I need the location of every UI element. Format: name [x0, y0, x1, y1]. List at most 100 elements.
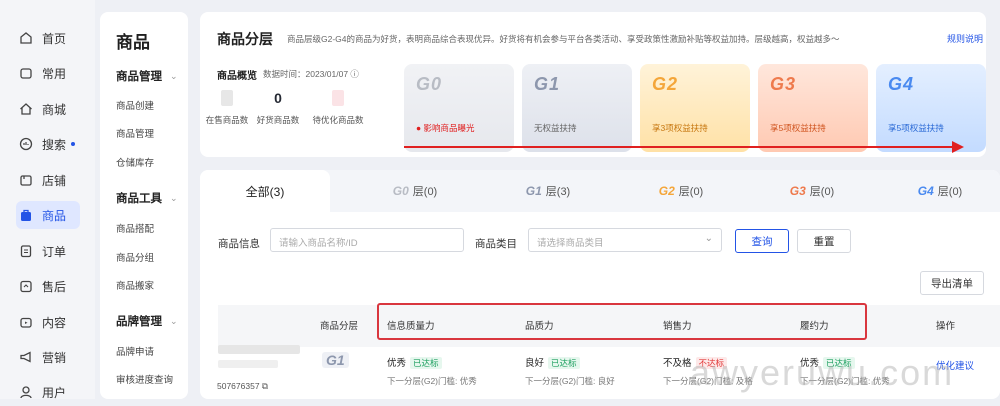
nav-label: 搜索: [42, 137, 67, 152]
grade-benefit: 享3项权益扶持: [652, 123, 708, 133]
th-tier: 商品分层: [320, 321, 359, 332]
user-icon: [18, 384, 34, 400]
grade-name: G2: [652, 74, 679, 94]
nav-item-marketing[interactable]: 营销: [18, 343, 90, 371]
annotation-arrow-head: [952, 141, 964, 153]
nav-label: 商品: [42, 208, 67, 223]
page-title: 商品分层: [217, 31, 273, 47]
nav-item-mall[interactable]: 商城: [18, 95, 90, 123]
subnav-item[interactable]: 商品搬家: [116, 278, 154, 292]
tab-grade: G1: [525, 184, 542, 198]
tab-g3[interactable]: G3 层(0): [747, 170, 877, 212]
row-grade: G1: [322, 352, 349, 368]
tab-all[interactable]: 全部(3): [200, 170, 330, 212]
stat-to-optimize: 待优化商品数: [308, 90, 368, 126]
grade-card-g1[interactable]: G1 无权益扶持: [522, 64, 632, 152]
subnav-item[interactable]: 商品管理: [116, 126, 154, 140]
goods-info-input[interactable]: 请输入商品名称/ID: [270, 228, 464, 252]
overview-time: 数据时间：2023/01/07 ⓘ: [263, 69, 359, 79]
tab-g0[interactable]: G0 层(0): [350, 170, 480, 212]
page-description: 商品层级G2-G4的商品为好货，表明商品综合表现优异。好货将有机会参与平台各类活…: [287, 34, 840, 44]
query-button[interactable]: 查询: [735, 229, 789, 253]
stat-good: 0 好货商品数: [248, 90, 308, 126]
product-id: 507676357 ⧉: [217, 381, 268, 392]
tab-label: 层(0): [678, 186, 704, 198]
grade-card-g3[interactable]: G3 享5项权益扶持: [758, 64, 868, 152]
nav-item-search[interactable]: 搜索: [18, 130, 90, 158]
folder-icon: [18, 65, 34, 81]
grade-name: G4: [888, 74, 915, 94]
subnav-item[interactable]: 商品分组: [116, 250, 154, 264]
subnav-group-goods-manage[interactable]: 商品管理 ⌄: [116, 68, 178, 84]
value-text: 良好: [525, 358, 545, 369]
nav-label: 营销: [42, 350, 67, 365]
blurred-product-name: [218, 345, 300, 354]
subnav-item[interactable]: 审核进度查询: [116, 372, 173, 386]
annotation-highlight-box: [377, 303, 867, 340]
order-icon: [18, 243, 34, 259]
tab-grade: G3: [789, 184, 806, 198]
nav-item-home[interactable]: 首页: [18, 24, 90, 52]
nav-item-goods[interactable]: 商品: [16, 201, 80, 229]
nav-label: 常用: [42, 66, 67, 81]
nav-item-order[interactable]: 订单: [18, 237, 90, 265]
blurred-value: [221, 90, 233, 106]
rules-link[interactable]: 规则说明: [947, 32, 983, 45]
grade-card-g2[interactable]: G2 享3项权益扶持: [640, 64, 750, 152]
th-action: 操作: [936, 321, 956, 332]
category-placeholder: 请选择商品类目: [537, 238, 604, 249]
secondary-nav: 商品 商品管理 ⌄ 商品创建 商品管理 仓储库存 商品工具 ⌄ 商品搭配 商品分组 …: [100, 12, 188, 399]
tab-g1[interactable]: G1 层(3): [483, 170, 613, 212]
subnav-item[interactable]: 仓储库存: [116, 155, 154, 169]
value-text: 优秀: [387, 358, 407, 369]
store-icon: [18, 172, 34, 188]
nav-item-content[interactable]: 内容: [18, 308, 90, 336]
subnav-item[interactable]: 商品创建: [116, 98, 154, 112]
stat-value: [308, 90, 368, 110]
nav-item-user[interactable]: 用户: [18, 378, 90, 406]
house-icon: [18, 101, 34, 117]
tab-label: 层(3): [545, 186, 571, 198]
copy-icon[interactable]: ⧉: [262, 381, 268, 391]
annotation-arrow: [404, 146, 954, 148]
info-quality-threshold: 下一分层(G2)门槛: 优秀: [387, 376, 477, 386]
filter-category-label: 商品类目: [475, 238, 517, 250]
nav-label: 内容: [42, 315, 67, 330]
tab-grade: G0: [392, 184, 409, 198]
nav-label: 订单: [42, 244, 67, 259]
tab-g2[interactable]: G2 层(0): [616, 170, 746, 212]
group-label: 商品工具: [116, 193, 162, 205]
overview-title: 商品概览: [217, 71, 257, 82]
chevron-down-icon: ⌄: [170, 315, 178, 326]
nav-label: 商城: [42, 102, 67, 117]
tier-overview-card: 商品分层 商品层级G2-G4的商品为好货，表明商品综合表现优异。好货将有机会参与…: [200, 12, 986, 157]
nav-label: 售后: [42, 279, 67, 294]
aftersale-icon: [18, 278, 34, 294]
nav-item-common[interactable]: 常用: [18, 59, 90, 87]
stat-label: 待优化商品数: [312, 115, 364, 125]
nav-item-store[interactable]: 店铺: [18, 166, 90, 194]
grade-name: G0: [416, 74, 443, 94]
subnav-item[interactable]: 品牌申请: [116, 344, 154, 358]
subnav-item[interactable]: 商品搭配: [116, 221, 154, 235]
grade-card-g4[interactable]: G4 享5项权益扶持: [876, 64, 986, 152]
subnav-group-goods-tools[interactable]: 商品工具 ⌄: [116, 190, 178, 206]
chevron-down-icon: ⌄: [170, 192, 178, 203]
nav-label: 首页: [42, 31, 67, 46]
category-select[interactable]: 请选择商品类目 ⌄: [528, 228, 722, 252]
grade-benefit: ● 影响商品曝光: [416, 123, 475, 133]
grade-name: G3: [770, 74, 797, 94]
nav-item-aftersale[interactable]: 售后: [18, 272, 90, 300]
tab-label: 层(0): [937, 186, 963, 198]
export-button[interactable]: 导出清单: [920, 271, 984, 295]
reset-button[interactable]: 重置: [797, 229, 851, 253]
tab-g4[interactable]: G4 层(0): [880, 170, 1000, 212]
quality-threshold: 下一分层(G2)门槛: 良好: [525, 376, 615, 386]
grade-card-g0[interactable]: G0 ● 影响商品曝光: [404, 64, 514, 152]
notification-dot: [71, 142, 76, 146]
chevron-down-icon: ⌄: [170, 70, 178, 81]
tab-label: 层(0): [412, 186, 438, 198]
subnav-group-brand[interactable]: 品牌管理 ⌄: [116, 313, 178, 329]
info-quality-value: 优秀 已达标: [387, 355, 442, 369]
nav-label: 店铺: [42, 173, 67, 188]
